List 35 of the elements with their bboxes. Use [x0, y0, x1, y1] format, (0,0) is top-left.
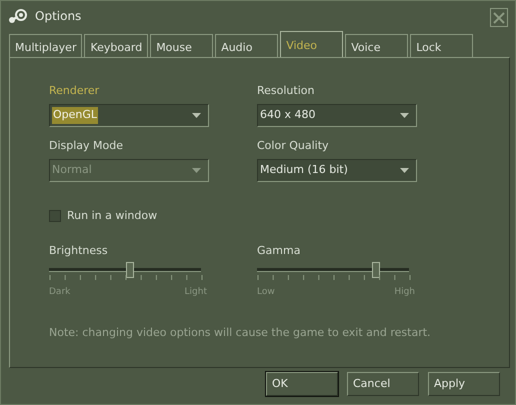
tab[interactable]: Keyboard	[84, 34, 148, 57]
slider-thumb[interactable]	[126, 262, 134, 278]
dropdown[interactable]: OpenGL	[49, 104, 209, 127]
steam-logo-icon	[8, 8, 27, 24]
slider-thumb[interactable]	[372, 262, 380, 278]
field-label: Resolution	[257, 84, 316, 98]
field-label: Color Quality	[257, 139, 330, 153]
caret-icon	[400, 168, 409, 173]
caret-icon	[400, 113, 409, 118]
checkbox[interactable]	[49, 210, 61, 222]
scale-max-label: High	[394, 287, 415, 297]
dialog-button[interactable]: Apply	[428, 372, 500, 396]
dropdown[interactable]: 640 x 480	[257, 104, 417, 127]
field-label: Renderer	[49, 84, 100, 98]
checkbox-label: Run in a window	[67, 209, 158, 223]
scale-min-label: Dark	[49, 287, 70, 297]
caret-icon	[192, 168, 201, 173]
note-text: Note: changing video options will cause the game to exit and restart.	[49, 325, 432, 341]
tab[interactable]: Audio	[215, 34, 278, 57]
window-title: Options	[35, 8, 82, 25]
dialog-button[interactable]: OK	[266, 372, 338, 396]
close-button[interactable]	[490, 8, 508, 27]
scale-max-label: Light	[184, 287, 207, 297]
slider-label: Brightness	[49, 244, 109, 258]
tab[interactable]: Video	[280, 31, 344, 57]
dialog-button[interactable]: Cancel	[347, 372, 419, 396]
field-label: Display Mode	[49, 139, 124, 153]
tab[interactable]: Lock	[410, 34, 474, 57]
tab[interactable]: Multiplayer	[9, 34, 82, 57]
tab[interactable]: Voice	[345, 34, 408, 57]
tab[interactable]: Mouse	[150, 34, 214, 57]
slider-label: Gamma	[257, 244, 302, 258]
caret-icon	[192, 113, 201, 118]
dropdown[interactable]: Medium (16 bit)	[257, 159, 417, 182]
scale-min-label: Low	[257, 287, 275, 297]
